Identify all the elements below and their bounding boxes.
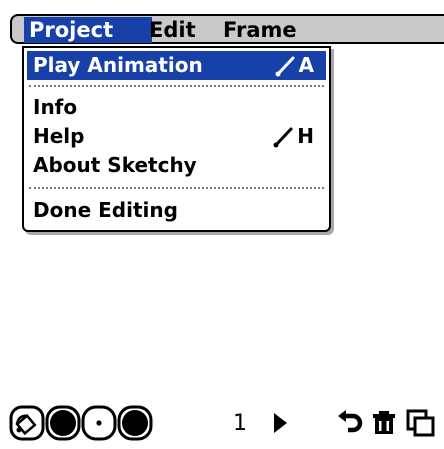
menu-item-label: Help	[33, 124, 85, 148]
menu-divider	[29, 85, 324, 87]
undo-icon	[338, 410, 363, 433]
graffiti-stroke-icon	[273, 127, 293, 147]
fill-tool-button[interactable]	[9, 405, 45, 441]
screen: Project Edit Frame Play Animation A Info…	[0, 0, 444, 449]
menu-divider	[29, 187, 324, 189]
small-brush-icon	[81, 405, 117, 441]
copy-frame-icon	[406, 409, 435, 437]
trash-button[interactable]	[370, 409, 398, 437]
project-dropdown-menu: Play Animation A Info Help H About Sketc…	[22, 46, 331, 232]
color-button[interactable]	[117, 405, 153, 441]
fill-tool-icon	[9, 405, 45, 441]
menu-bar: Project Edit Frame	[10, 14, 444, 44]
undo-button[interactable]	[336, 409, 366, 437]
frame-number: 1	[230, 405, 250, 441]
trash-icon	[373, 411, 395, 434]
shortcut: A	[275, 51, 314, 80]
bottom-toolbar: 1	[0, 401, 444, 445]
menu-item-label: Done Editing	[33, 198, 178, 222]
color-icon	[117, 405, 153, 441]
menu-item-label: Info	[33, 95, 78, 119]
menu-frame[interactable]: Frame	[218, 17, 302, 43]
frame-number-label: 1	[233, 410, 247, 436]
large-brush-icon	[45, 405, 81, 441]
menu-item-label: About Sketchy	[33, 153, 197, 177]
shortcut-key: A	[298, 53, 314, 77]
shortcut: H	[273, 122, 314, 151]
menu-item-about-sketchy[interactable]: About Sketchy	[27, 151, 326, 180]
next-frame-button[interactable]	[268, 409, 292, 437]
menu-item-info[interactable]: Info	[27, 93, 326, 122]
next-frame-icon	[274, 413, 287, 433]
menu-item-done-editing[interactable]: Done Editing	[27, 196, 326, 225]
shortcut-key: H	[297, 124, 314, 148]
graffiti-stroke-icon	[275, 56, 295, 76]
copy-frame-button[interactable]	[406, 409, 444, 437]
menu-item-label: Play Animation	[33, 53, 203, 77]
menu-project[interactable]: Project	[24, 17, 152, 43]
menu-edit[interactable]: Edit	[144, 17, 201, 43]
menu-item-play-animation[interactable]: Play Animation A	[27, 51, 326, 80]
menu-item-help[interactable]: Help H	[27, 122, 326, 151]
small-brush-button[interactable]	[81, 405, 117, 441]
large-brush-button[interactable]	[45, 405, 81, 441]
